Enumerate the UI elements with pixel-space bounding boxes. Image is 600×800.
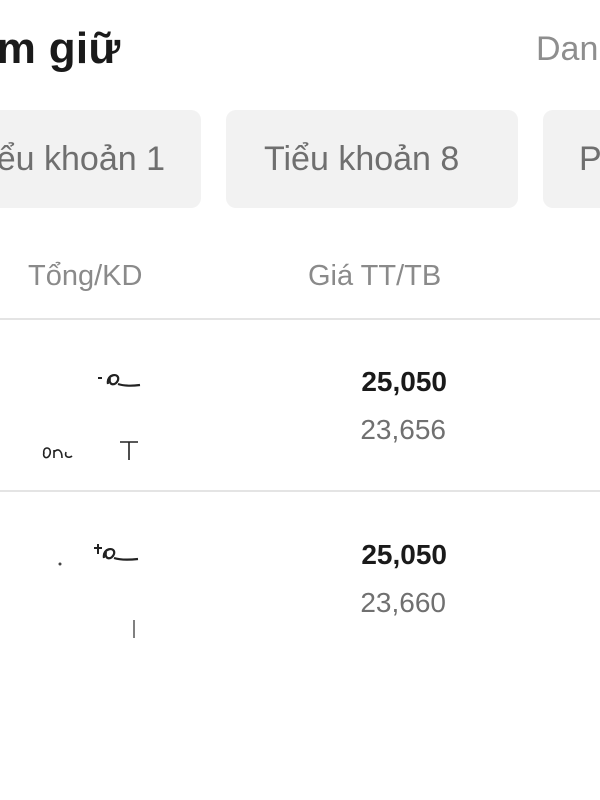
column-header-total[interactable]: Tổng/KD <box>28 260 142 293</box>
redacted-handwriting <box>133 620 135 638</box>
tab-p[interactable]: P <box>543 110 600 208</box>
redacted-handwriting <box>42 441 138 460</box>
header-link[interactable]: Dan <box>536 30 598 69</box>
row-divider <box>0 490 600 492</box>
redacted-handwriting <box>94 544 139 561</box>
holdings-screen: ắm giữ Dan ểu khoản 1 Tiểu khoản 8 P Tổn… <box>0 0 600 800</box>
average-price: 23,660 <box>360 587 446 618</box>
tab-label: ểu khoản 1 <box>0 140 165 178</box>
market-price: 25,050 <box>361 539 447 570</box>
tab-label: P <box>579 140 600 178</box>
average-price: 23,656 <box>360 414 446 445</box>
page-title: ắm giữ <box>0 24 121 73</box>
redacted-handwriting <box>58 562 62 566</box>
tab-sub-account-1[interactable]: ểu khoản 1 <box>0 110 201 208</box>
tab-label: Tiểu khoản 8 <box>264 140 460 178</box>
column-header-price[interactable]: Giá TT/TB <box>308 260 441 293</box>
redacted-handwriting <box>98 374 141 387</box>
row-divider <box>0 318 600 320</box>
market-price: 25,050 <box>361 366 447 397</box>
tab-sub-account-8[interactable]: Tiểu khoản 8 <box>226 110 518 208</box>
